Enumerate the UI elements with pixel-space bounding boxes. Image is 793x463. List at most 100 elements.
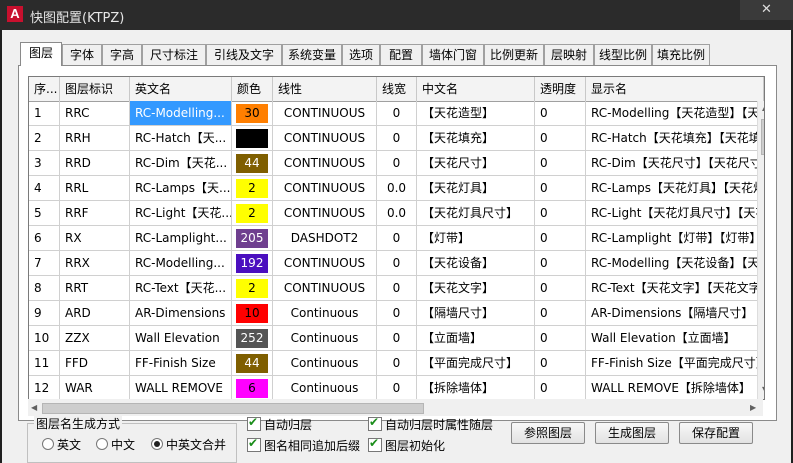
color-swatch[interactable]: 30	[236, 104, 268, 123]
cell-seq[interactable]: 6	[29, 226, 60, 251]
cell-linetype[interactable]: CONTINUOUS	[273, 276, 377, 301]
cell-linetype[interactable]: Continuous	[273, 351, 377, 376]
cell-layer-id[interactable]: RRF	[60, 201, 130, 226]
tab-system-vars[interactable]: 系统变量	[282, 44, 342, 65]
vertical-scroll-thumb[interactable]	[761, 119, 764, 155]
cell-lineweight[interactable]: 0	[377, 226, 417, 251]
color-swatch[interactable]: 205	[236, 229, 268, 248]
reference-layer-button[interactable]: 参照图层	[511, 422, 585, 444]
cell-seq[interactable]: 4	[29, 176, 60, 201]
cell-chinese-name[interactable]: 【天花填充】	[417, 126, 535, 151]
color-swatch[interactable]: 192	[236, 254, 268, 273]
checkmark-icon[interactable]	[247, 436, 261, 452]
cell-lineweight[interactable]: 0	[377, 326, 417, 351]
cell-layer-id[interactable]: RX	[60, 226, 130, 251]
checkbox-auto-layer-bylayer[interactable]: 自动归层时属性随层	[368, 415, 493, 433]
cell-display-name[interactable]: Wall Elevation【立面墙】	[586, 326, 764, 351]
tab-layer-mapping[interactable]: 层映射	[544, 44, 594, 65]
cell-english-name[interactable]: Wall Elevation	[130, 326, 232, 351]
cell-color[interactable]: 44	[232, 351, 273, 376]
table-row[interactable]: 9 ARD AR-Dimensions 10 Continuous 0 【隔墙尺寸】 0 AR-…	[29, 301, 764, 326]
cell-english-name[interactable]: RC-Dim【天花...	[130, 151, 232, 176]
cell-chinese-name[interactable]: 【天花灯具】	[417, 176, 535, 201]
cell-english-name[interactable]: RC-Text【天花...	[130, 276, 232, 301]
cell-english-name[interactable]: RC-Lamps【天...	[130, 176, 232, 201]
cell-lineweight[interactable]: 0.0	[377, 176, 417, 201]
cell-display-name[interactable]: RC-Text【天花文字】【天花文字】	[586, 276, 764, 301]
cell-chinese-name[interactable]: 【天花造型】	[417, 101, 535, 126]
cell-display-name[interactable]: RC-Light【天花灯具尺寸】【天花灯具尺寸】	[586, 201, 764, 226]
cell-chinese-name[interactable]: 【灯带】	[417, 226, 535, 251]
cell-transparency[interactable]: 0	[535, 251, 586, 276]
color-swatch[interactable]: 44	[236, 154, 268, 173]
cell-linetype[interactable]: CONTINUOUS	[273, 126, 377, 151]
cell-linetype[interactable]: CONTINUOUS	[273, 176, 377, 201]
cell-linetype[interactable]: CONTINUOUS	[273, 101, 377, 126]
save-config-button[interactable]: 保存配置	[679, 422, 753, 444]
cell-display-name[interactable]: FF-Finish Size【平面完成尺寸】	[586, 351, 764, 376]
close-button[interactable]: ✕	[740, 0, 793, 20]
color-swatch[interactable]: 6	[236, 379, 268, 398]
cell-chinese-name[interactable]: 【天花灯具尺寸】	[417, 201, 535, 226]
cell-english-name[interactable]: RC-Modelling...	[130, 251, 232, 276]
radio-english[interactable]: 英文	[42, 436, 81, 453]
cell-lineweight[interactable]: 0	[377, 351, 417, 376]
cell-layer-id[interactable]: RRH	[60, 126, 130, 151]
tab-options[interactable]: 选项	[342, 44, 380, 65]
cell-layer-id[interactable]: ZZX	[60, 326, 130, 351]
cell-layer-id[interactable]: RRX	[60, 251, 130, 276]
cell-color[interactable]: 2	[232, 276, 273, 301]
tab-leader-text[interactable]: 引线及文字	[206, 44, 282, 65]
color-swatch[interactable]: 10	[236, 304, 268, 323]
cell-seq[interactable]: 2	[29, 126, 60, 151]
cell-lineweight[interactable]: 0	[377, 376, 417, 399]
cell-english-name[interactable]: AR-Dimensions	[130, 301, 232, 326]
cell-seq[interactable]: 10	[29, 326, 60, 351]
tab-font[interactable]: 字体	[62, 44, 102, 65]
color-swatch[interactable]	[236, 129, 268, 148]
col-header-display-name[interactable]: 显示名	[586, 77, 764, 101]
tab-linetype-scale[interactable]: 线型比例	[594, 44, 652, 65]
cell-chinese-name[interactable]: 【平面完成尺寸】	[417, 351, 535, 376]
cell-layer-id[interactable]: FFD	[60, 351, 130, 376]
col-header-color[interactable]: 颜色	[232, 77, 273, 101]
cell-color[interactable]: 30	[232, 101, 273, 126]
cell-seq[interactable]: 5	[29, 201, 60, 226]
table-row[interactable]: 8 RRT RC-Text【天花... 2 CONTINUOUS 0 【天花文字】 0 RC-T…	[29, 276, 764, 301]
table-row[interactable]: 4 RRL RC-Lamps【天... 2 CONTINUOUS 0.0 【天花灯具】 0 RC…	[29, 176, 764, 201]
cell-english-name[interactable]: RC-Modelling...	[130, 101, 232, 126]
cell-seq[interactable]: 7	[29, 251, 60, 276]
checkbox-append-suffix[interactable]: 图名相同追加后缀	[247, 436, 360, 454]
cell-color[interactable]: 10	[232, 301, 273, 326]
cell-layer-id[interactable]: RRD	[60, 151, 130, 176]
cell-display-name[interactable]: RC-Hatch【天花填充】【天花填充】	[586, 126, 764, 151]
cell-seq[interactable]: 3	[29, 151, 60, 176]
cell-seq[interactable]: 11	[29, 351, 60, 376]
color-swatch[interactable]: 2	[236, 279, 268, 298]
cell-layer-id[interactable]: RRL	[60, 176, 130, 201]
color-swatch[interactable]: 44	[236, 354, 268, 373]
col-header-layer-id[interactable]: 图层标识	[60, 77, 130, 101]
scroll-left-icon[interactable]: ◀	[31, 403, 37, 412]
cell-linetype[interactable]: Continuous	[273, 376, 377, 399]
cell-transparency[interactable]: 0	[535, 151, 586, 176]
col-header-chinese-name[interactable]: 中文名	[417, 77, 535, 101]
tab-hatch-scale[interactable]: 填充比例	[652, 44, 710, 65]
cell-chinese-name[interactable]: 【天花设备】	[417, 251, 535, 276]
cell-english-name[interactable]: FF-Finish Size	[130, 351, 232, 376]
cell-transparency[interactable]: 0	[535, 376, 586, 399]
cell-seq[interactable]: 12	[29, 376, 60, 399]
table-row[interactable]: 7 RRX RC-Modelling... 192 CONTINUOUS 0 【天花设备】 0…	[29, 251, 764, 276]
checkbox-auto-layer[interactable]: 自动归层	[247, 415, 312, 433]
cell-english-name[interactable]: RC-Hatch【天...	[130, 126, 232, 151]
cell-lineweight[interactable]: 0	[377, 251, 417, 276]
cell-layer-id[interactable]: RRT	[60, 276, 130, 301]
cell-color[interactable]: 205	[232, 226, 273, 251]
cell-english-name[interactable]: RC-Light【天花...	[130, 201, 232, 226]
cell-chinese-name[interactable]: 【隔墙尺寸】	[417, 301, 535, 326]
tab-wall-door-window[interactable]: 墙体门窗	[422, 44, 484, 65]
cell-seq[interactable]: 9	[29, 301, 60, 326]
cell-linetype[interactable]: CONTINUOUS	[273, 201, 377, 226]
tab-layer[interactable]: 图层	[20, 42, 62, 66]
radio-dot-icon[interactable]	[42, 438, 54, 450]
